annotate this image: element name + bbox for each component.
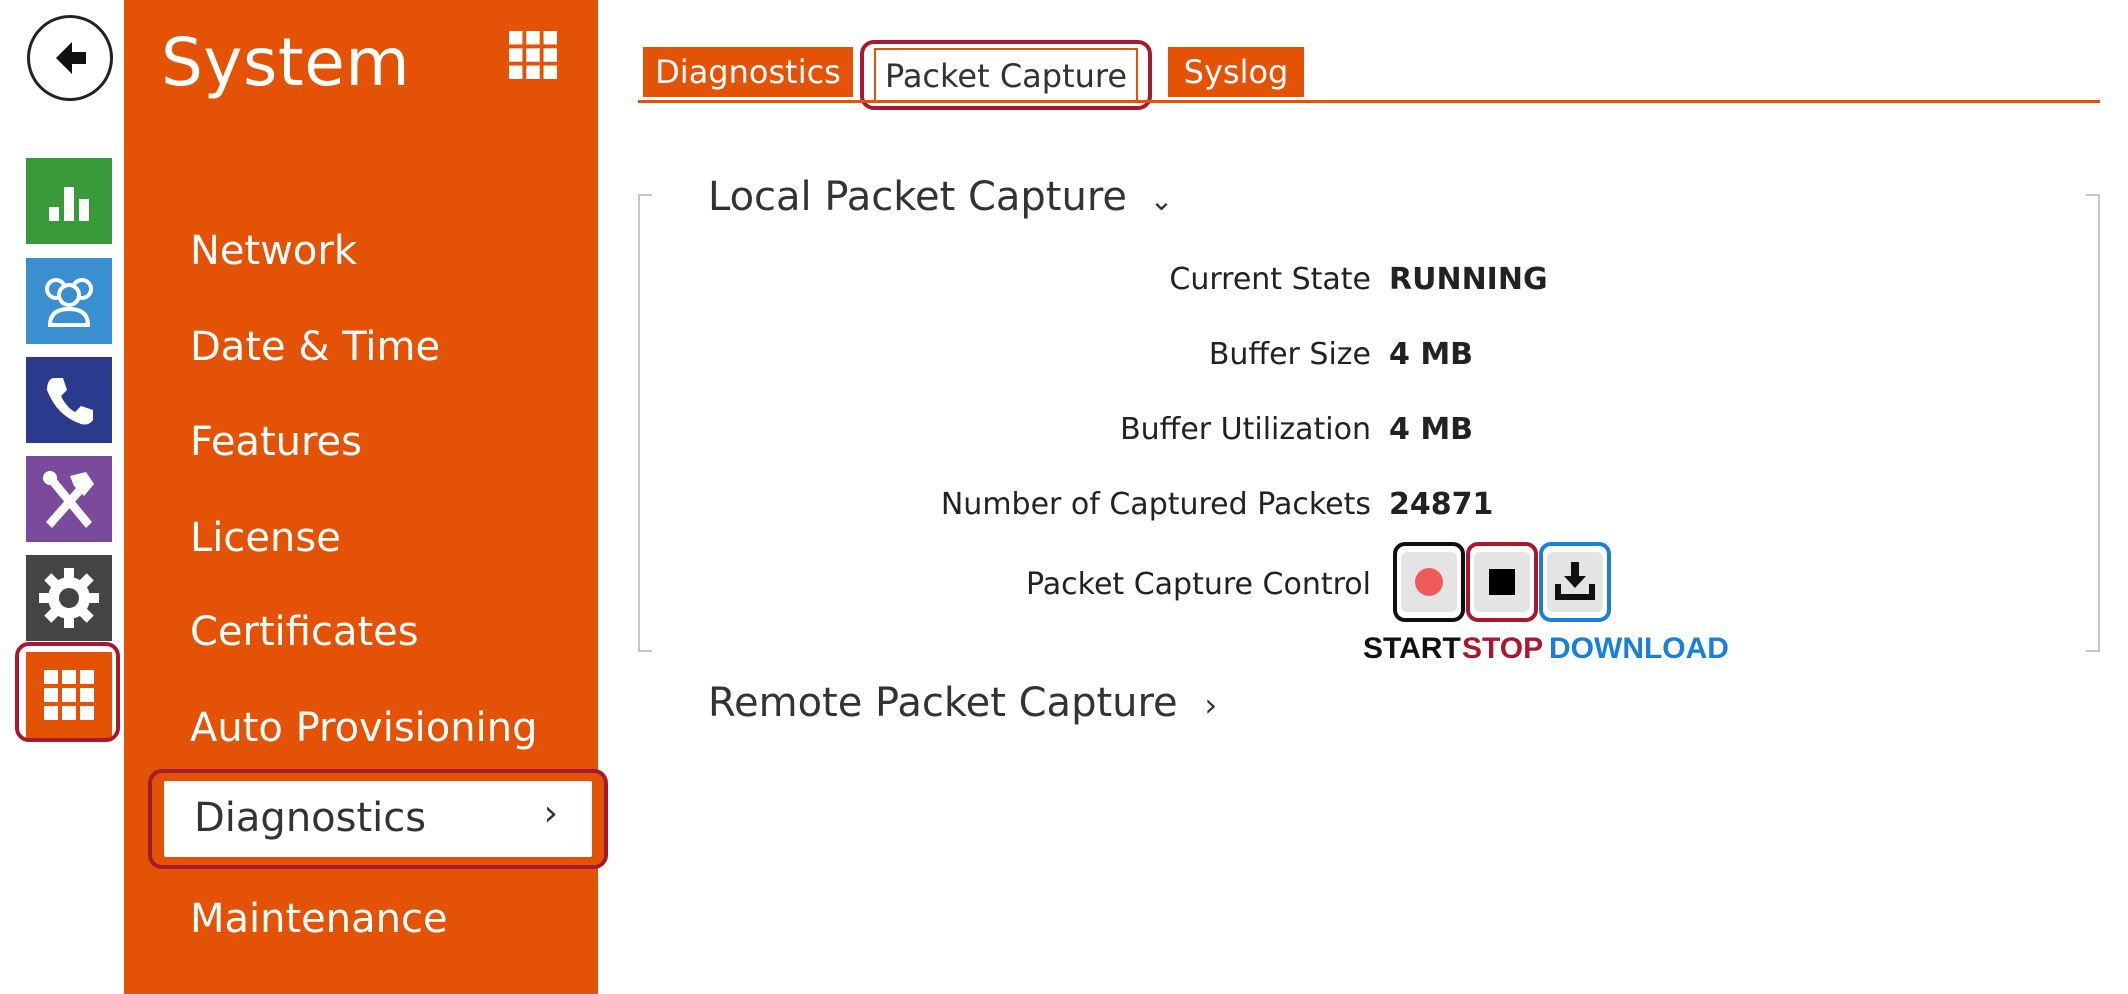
sidebar-item-network[interactable]: Network — [190, 228, 357, 274]
sidebar-item-certificates[interactable]: Certificates — [190, 609, 419, 655]
grid-icon[interactable] — [509, 31, 557, 79]
rail-system-highlight — [15, 642, 120, 742]
download-capture-button[interactable] — [1539, 542, 1611, 622]
back-button[interactable] — [27, 15, 113, 101]
stop-capture-button[interactable] — [1466, 542, 1538, 622]
download-icon — [1555, 562, 1595, 600]
buffer-size-value: 4 MB — [1389, 337, 1474, 372]
download-legend: DOWNLOAD — [1549, 632, 1729, 665]
rail-directory-button[interactable] — [26, 258, 112, 344]
tab-underline — [638, 100, 2100, 103]
chevron-right-icon: › — [1204, 686, 1218, 724]
local-capture-header[interactable]: Local Packet Capture ⌄ — [708, 174, 1173, 220]
capture-control-label: Packet Capture Control — [1026, 567, 1371, 602]
sidebar-item-auto-provisioning[interactable]: Auto Provisioning — [190, 705, 537, 751]
captured-packets-label: Number of Captured Packets — [940, 487, 1371, 522]
sidebar-item-maintenance[interactable]: Maintenance — [190, 896, 448, 942]
record-icon — [1415, 568, 1443, 596]
tools-icon — [43, 471, 94, 528]
rail-hardware-button[interactable] — [26, 456, 112, 542]
start-capture-button[interactable] — [1393, 542, 1465, 622]
sidebar-item-features[interactable]: Features — [190, 419, 362, 465]
panel-bracket-left — [638, 194, 652, 652]
stop-icon — [1489, 569, 1515, 595]
chevron-right-icon: › — [543, 793, 558, 834]
rail-dashboard-button[interactable] — [26, 158, 112, 244]
users-icon — [45, 278, 93, 327]
local-capture-title: Local Packet Capture — [708, 174, 1128, 220]
sidebar-item-license[interactable]: License — [190, 515, 341, 561]
remote-capture-title: Remote Packet Capture — [708, 680, 1178, 726]
sidebar-item-diagnostics[interactable]: Diagnostics › — [148, 769, 608, 869]
sidebar-item-date-time[interactable]: Date & Time — [190, 324, 440, 370]
buffer-utilization-value: 4 MB — [1389, 412, 1474, 447]
chevron-down-icon: ⌄ — [1149, 184, 1174, 217]
gear-icon — [39, 568, 99, 628]
buffer-utilization-label: Buffer Utilization — [1120, 412, 1371, 447]
back-arrow-icon — [56, 42, 86, 74]
current-state-label: Current State — [1169, 262, 1371, 297]
phone-icon — [47, 378, 93, 425]
sidebar-item-label: Diagnostics — [194, 795, 427, 841]
sidebar-title: System — [161, 24, 411, 101]
remote-capture-header[interactable]: Remote Packet Capture › — [708, 680, 1217, 726]
tab-syslog[interactable]: Syslog — [1168, 47, 1304, 97]
bar-chart-icon — [49, 187, 89, 221]
panel-bracket-right — [2086, 194, 2100, 652]
captured-packets-value: 24871 — [1389, 487, 1494, 522]
current-state-value: RUNNING — [1389, 262, 1548, 297]
tab-packet-capture[interactable]: Packet Capture — [874, 48, 1138, 102]
start-legend: START — [1363, 632, 1461, 665]
buffer-size-label: Buffer Size — [1208, 337, 1371, 372]
rail-services-button[interactable] — [26, 555, 112, 641]
rail-calls-button[interactable] — [26, 357, 112, 443]
tab-diagnostics[interactable]: Diagnostics — [643, 47, 853, 97]
stop-legend: STOP — [1462, 632, 1544, 665]
